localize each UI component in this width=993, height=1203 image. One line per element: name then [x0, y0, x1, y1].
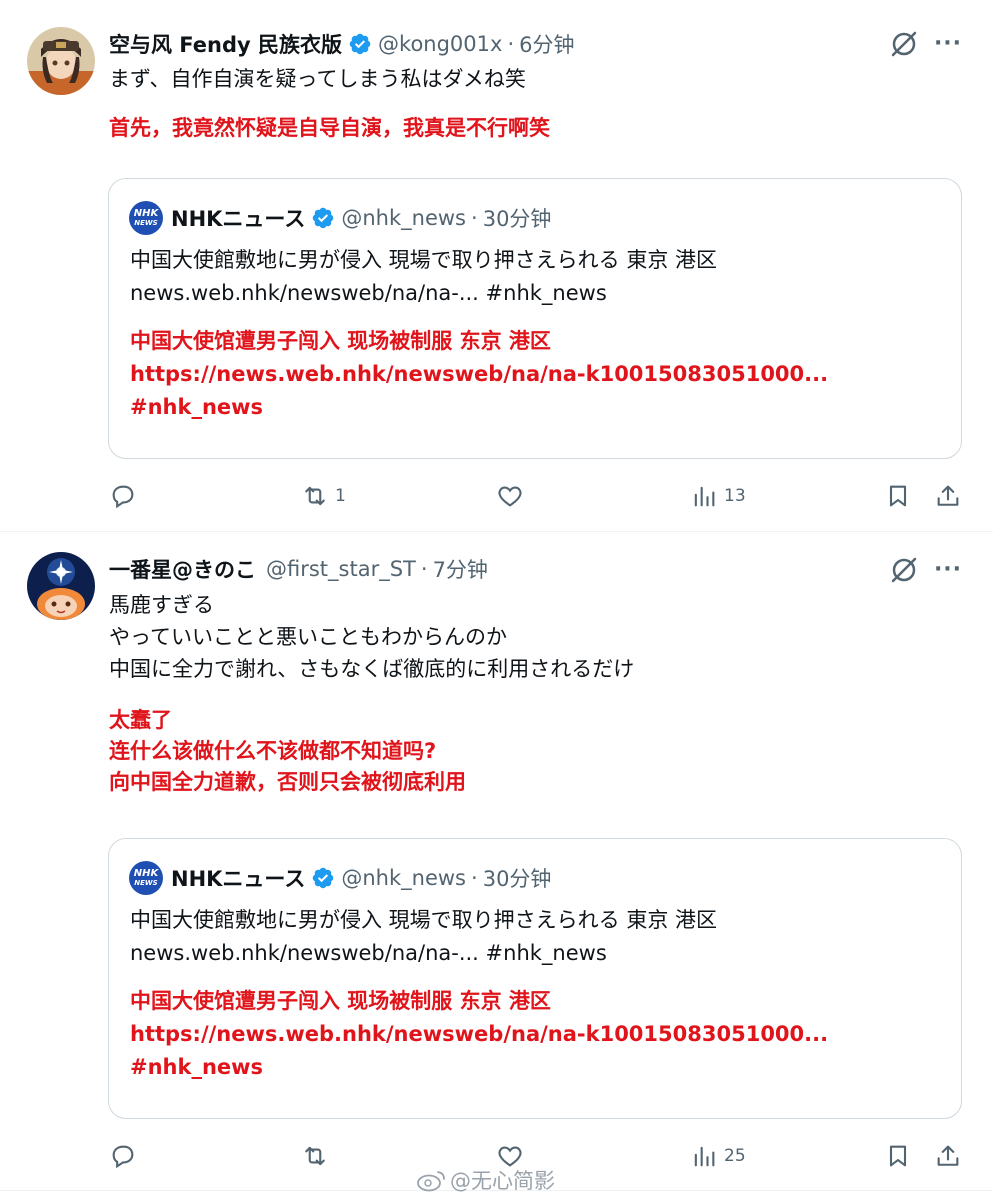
like-button[interactable] [496, 476, 530, 516]
translation-text: 太蠢了 连什么该做什么不该做都不知道吗? 向中国全力道歉，否则只会被彻底利用 [109, 705, 466, 798]
timestamp[interactable]: 7分钟 [433, 554, 488, 584]
share-button[interactable] [934, 1136, 962, 1176]
reply-icon [112, 485, 134, 509]
more-icon[interactable]: ··· [933, 555, 963, 585]
nhk-logo-avatar[interactable]: NHK NEWS [129, 201, 163, 235]
tweet-text-line: 中国に全力で謝れ、さもなくば徹底的に利用されるだけ [109, 657, 635, 681]
translation-line: https://news.web.nhk/newsweb/na/na-k1001… [130, 362, 829, 386]
bookmark-button[interactable] [884, 1136, 912, 1176]
quote-author-name[interactable]: NHKニュース [171, 863, 305, 893]
nhk-logo-avatar[interactable]: NHK NEWS [129, 861, 163, 895]
author-name[interactable]: 一番星@きのこ [109, 554, 256, 584]
avatar[interactable] [27, 552, 95, 620]
quote-author-handle[interactable]: @nhk_news [341, 866, 466, 890]
translation-line: 中国大使馆遭男子闯入 现场被制服 东京 港区 [130, 989, 551, 1013]
quote-text-line[interactable]: news.web.nhk/newsweb/na/na-... #nhk_news [130, 277, 717, 310]
more-icon[interactable]: ··· [933, 29, 963, 59]
watermark-text: @无心简影 [450, 1169, 555, 1193]
author-name[interactable]: 空与风 Fendy 民族衣版 [109, 29, 342, 59]
bookmark-button[interactable] [884, 476, 912, 516]
avatar[interactable] [27, 27, 95, 95]
like-icon [498, 486, 522, 507]
views-icon [694, 486, 715, 507]
translation-line: 连什么该做什么不该做都不知道吗? [109, 739, 437, 763]
grok-icon[interactable] [889, 555, 919, 585]
quote-text: 中国大使館敷地に男が侵入 現場で取り押さえられる 東京 港区 news.web.… [130, 244, 717, 310]
separator-dot: · [471, 206, 478, 230]
bookmark-icon [889, 1145, 907, 1167]
separator-dot: · [420, 557, 428, 581]
quote-timestamp[interactable]: 30分钟 [483, 203, 552, 233]
timestamp[interactable]: 6分钟 [519, 29, 574, 59]
watermark: @无心简影 [416, 1165, 555, 1195]
repost-icon [305, 486, 325, 506]
separator-dot: · [471, 866, 478, 890]
views-button[interactable]: 25 [690, 1136, 746, 1176]
grok-icon[interactable] [889, 29, 919, 59]
translation-line: https://news.web.nhk/newsweb/na/na-k1001… [130, 1022, 829, 1046]
quote-text-line[interactable]: news.web.nhk/newsweb/na/na-... #nhk_news [130, 937, 717, 970]
translation-text: 首先，我竟然怀疑是自导自演，我真是不行啊笑 [109, 113, 550, 144]
author-handle[interactable]: @kong001x [378, 32, 502, 56]
quote-timestamp[interactable]: 30分钟 [483, 863, 552, 893]
quote-text-line: 中国大使館敷地に男が侵入 現場で取り押さえられる 東京 港区 [130, 248, 718, 272]
views-button[interactable]: 13 [690, 476, 746, 516]
quote-translation: 中国大使馆遭男子闯入 现场被制服 东京 港区 https://news.web.… [130, 325, 828, 424]
views-icon [694, 1146, 715, 1167]
verified-badge-icon [313, 867, 334, 889]
tweet-text: 馬鹿すぎる やっていいことと悪いこともわからんのか 中国に全力で謝れ、さもなくば… [109, 589, 634, 685]
verified-badge-icon [313, 207, 334, 229]
tweet-text-line: まず、自作自演を疑ってしまう私はダメね笑 [109, 67, 526, 91]
share-icon [937, 485, 959, 506]
quote-author-name[interactable]: NHKニュース [171, 203, 305, 233]
share-icon [937, 1145, 959, 1166]
repost-button[interactable]: 1 [301, 476, 346, 516]
quote-header: NHK NEWS NHKニュース @nhk_news · 30分钟 [129, 861, 551, 895]
separator-dot: · [507, 32, 515, 56]
repost-count: 1 [335, 486, 346, 506]
quote-translation: 中国大使馆遭男子闯入 现场被制服 东京 港区 https://news.web.… [130, 985, 828, 1084]
quote-author-handle[interactable]: @nhk_news [341, 206, 466, 230]
action-bar: 1 13 [0, 476, 993, 516]
reply-button[interactable] [109, 1136, 143, 1176]
tweet-header: 空与风 Fendy 民族衣版 @kong001x · 6分钟 [109, 29, 575, 59]
translation-line: 太蠢了 [109, 708, 172, 732]
views-count: 13 [724, 486, 746, 506]
author-handle[interactable]: @first_star_ST [266, 557, 416, 581]
weibo-logo-icon [417, 1171, 445, 1192]
quote-text-line: 中国大使館敷地に男が侵入 現場で取り押さえられる 東京 港区 [130, 908, 718, 932]
share-button[interactable] [934, 476, 962, 516]
reply-button[interactable] [109, 476, 143, 516]
quoted-tweet[interactable]: NHK NEWS NHKニュース @nhk_news · 30分钟 中国大使館敷… [108, 178, 962, 459]
tweet-text-line: 馬鹿すぎる [109, 593, 214, 617]
translation-line: 中国大使馆遭男子闯入 现场被制服 东京 港区 [130, 329, 551, 353]
tweet-1[interactable]: 空与风 Fendy 民族衣版 @kong001x · 6分钟 ··· まず、自作… [0, 0, 993, 532]
verified-badge-icon [349, 33, 371, 55]
tweet-2[interactable]: 一番星@きのこ @first_star_ST · 7分钟 ··· 馬鹿すぎる や… [0, 532, 993, 1191]
quote-header: NHK NEWS NHKニュース @nhk_news · 30分钟 [129, 201, 551, 235]
repost-icon [305, 1146, 325, 1166]
reply-icon [112, 1145, 134, 1169]
repost-button[interactable] [301, 1136, 335, 1176]
quote-text: 中国大使館敷地に男が侵入 現場で取り押さえられる 東京 港区 news.web.… [130, 904, 717, 970]
translation-line: #nhk_news [130, 395, 264, 419]
views-count: 25 [724, 1146, 746, 1166]
translation-line: 向中国全力道歉，否则只会被彻底利用 [109, 770, 466, 794]
bookmark-icon [889, 485, 907, 507]
translation-line: 首先，我竟然怀疑是自导自演，我真是不行啊笑 [109, 116, 550, 140]
quoted-tweet[interactable]: NHK NEWS NHKニュース @nhk_news · 30分钟 中国大使館敷… [108, 838, 962, 1119]
tweet-text-line: やっていいことと悪いこともわからんのか [109, 625, 507, 649]
translation-line: #nhk_news [130, 1055, 264, 1079]
tweet-header: 一番星@きのこ @first_star_ST · 7分钟 [109, 554, 488, 584]
tweet-text: まず、自作自演を疑ってしまう私はダメね笑 [109, 63, 526, 95]
